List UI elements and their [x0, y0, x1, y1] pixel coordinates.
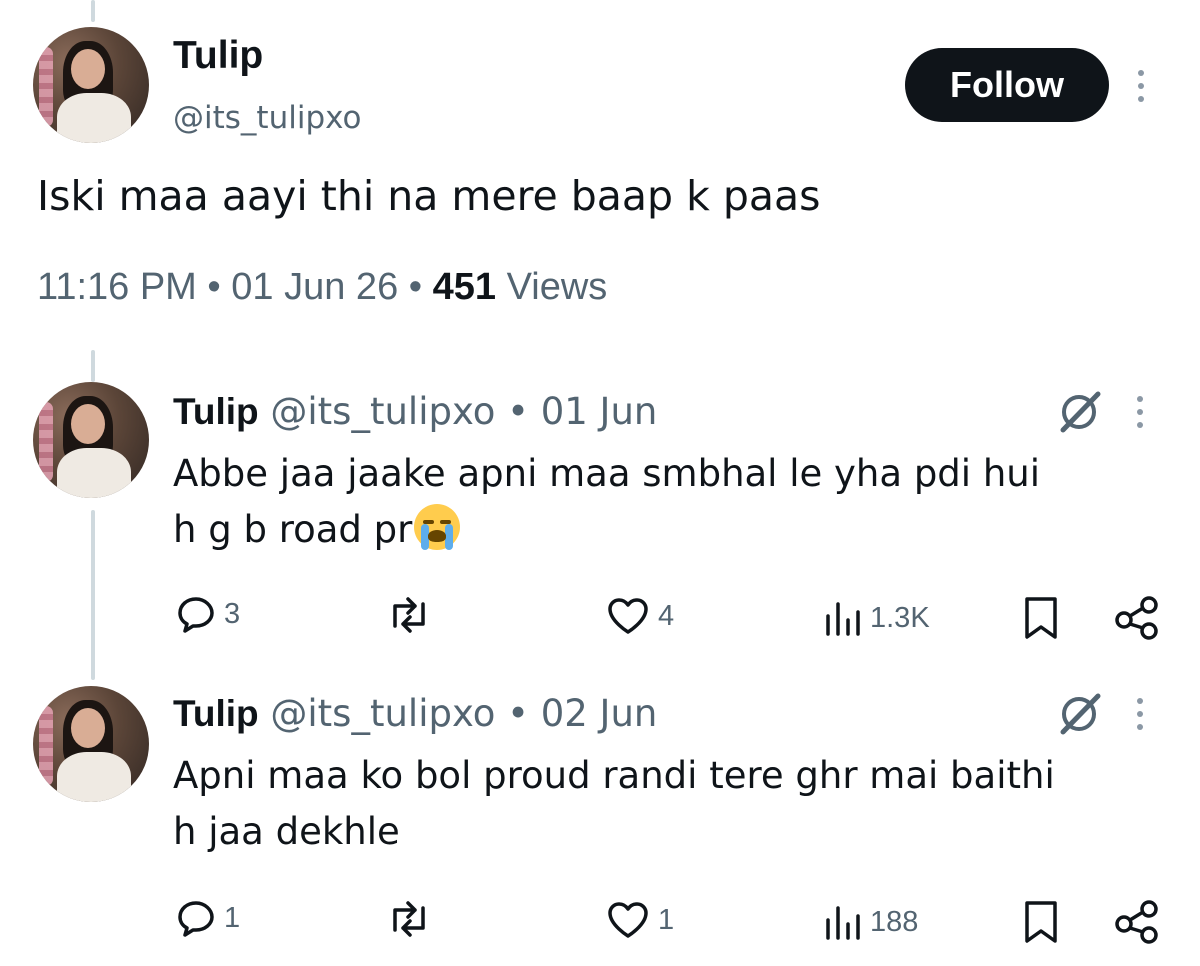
like-count: 1 — [658, 903, 675, 936]
reply-author-handle[interactable]: @its_tulipxo — [270, 692, 495, 735]
meta-separator: • — [408, 266, 423, 308]
share-icon[interactable] — [1114, 596, 1160, 640]
thread-line-middle — [91, 350, 95, 382]
repost-icon — [393, 901, 425, 937]
reply-text-line: h jaa dekhle — [173, 810, 400, 853]
meta-separator: • — [207, 266, 221, 308]
reply-separator: • — [507, 390, 529, 433]
reply-text-line: Abbe jaa jaake apni maa smbhal le yha pd… — [173, 452, 1041, 495]
reply-date[interactable]: 01 Jun — [541, 390, 658, 433]
bookmark-icon[interactable] — [1022, 900, 1060, 944]
tweet-date[interactable]: 01 Jun 26 — [231, 266, 398, 308]
reply-author-name[interactable]: Tulip — [173, 693, 259, 734]
share-icon[interactable] — [1114, 900, 1160, 944]
repost-icon — [393, 597, 425, 633]
views-count: 451 — [432, 266, 497, 308]
avatar[interactable] — [33, 27, 149, 143]
tweet-time[interactable]: 11:16 PM — [37, 266, 197, 308]
tweet-meta: 11:16 PM • 01 Jun 26 • 451 Views — [37, 266, 607, 309]
reply-more-icon[interactable] — [1133, 396, 1147, 428]
reply-header: Tulip @its_tulipxo • 01 Jun — [173, 390, 657, 433]
reply-button[interactable]: 1 — [176, 898, 240, 938]
speech-bubble-icon — [178, 901, 214, 937]
reply-count: 1 — [224, 901, 241, 934]
like-count: 4 — [658, 599, 675, 632]
views-button[interactable]: 1.3K — [822, 598, 930, 638]
thread-line-replies — [91, 510, 95, 680]
bar-chart-icon — [826, 602, 860, 636]
heart-icon — [608, 598, 648, 634]
reply-count: 3 — [224, 597, 241, 630]
tweet-text: Iski maa aayi thi na mere baap k paas — [37, 172, 821, 220]
like-button[interactable]: 1 — [606, 900, 674, 940]
heart-icon — [608, 902, 648, 938]
views-button[interactable]: 188 — [822, 902, 918, 942]
reply-text-line: Apni maa ko bol proud randi tere ghr mai… — [173, 754, 1055, 797]
loudly-crying-face-icon — [414, 504, 461, 550]
reply-date[interactable]: 02 Jun — [541, 692, 658, 735]
bar-chart-icon — [826, 906, 860, 940]
reply-button[interactable]: 3 — [176, 594, 240, 634]
thread-line-top — [91, 0, 95, 22]
reply-text-line: h g b road pr — [173, 508, 413, 551]
reply-text: Apni maa ko bol proud randi tere ghr mai… — [173, 748, 1163, 860]
views-count: 1.3K — [870, 601, 930, 634]
repost-button[interactable] — [386, 900, 440, 938]
reply-author-name[interactable]: Tulip — [173, 391, 259, 432]
reply-more-icon[interactable] — [1133, 698, 1147, 730]
reply-text: Abbe jaa jaake apni maa smbhal le yha pd… — [173, 446, 1163, 558]
reply-header: Tulip @its_tulipxo • 02 Jun — [173, 692, 657, 735]
more-options-icon[interactable] — [1134, 70, 1148, 102]
reply-separator: • — [507, 692, 529, 735]
author-name[interactable]: Tulip — [173, 34, 263, 78]
speech-bubble-icon — [178, 597, 214, 633]
repost-button[interactable] — [386, 596, 440, 634]
like-button[interactable]: 4 — [606, 596, 674, 636]
follow-button[interactable]: Follow — [905, 48, 1109, 122]
reply-avatar[interactable] — [33, 686, 149, 802]
grok-icon[interactable] — [1058, 390, 1102, 434]
reply-author-handle[interactable]: @its_tulipxo — [270, 390, 495, 433]
views-count: 188 — [870, 905, 919, 938]
reply-avatar[interactable] — [33, 382, 149, 498]
views-label: Views — [506, 266, 608, 308]
grok-icon[interactable] — [1058, 692, 1102, 736]
author-handle[interactable]: @its_tulipxo — [173, 100, 361, 136]
bookmark-icon[interactable] — [1022, 596, 1060, 640]
